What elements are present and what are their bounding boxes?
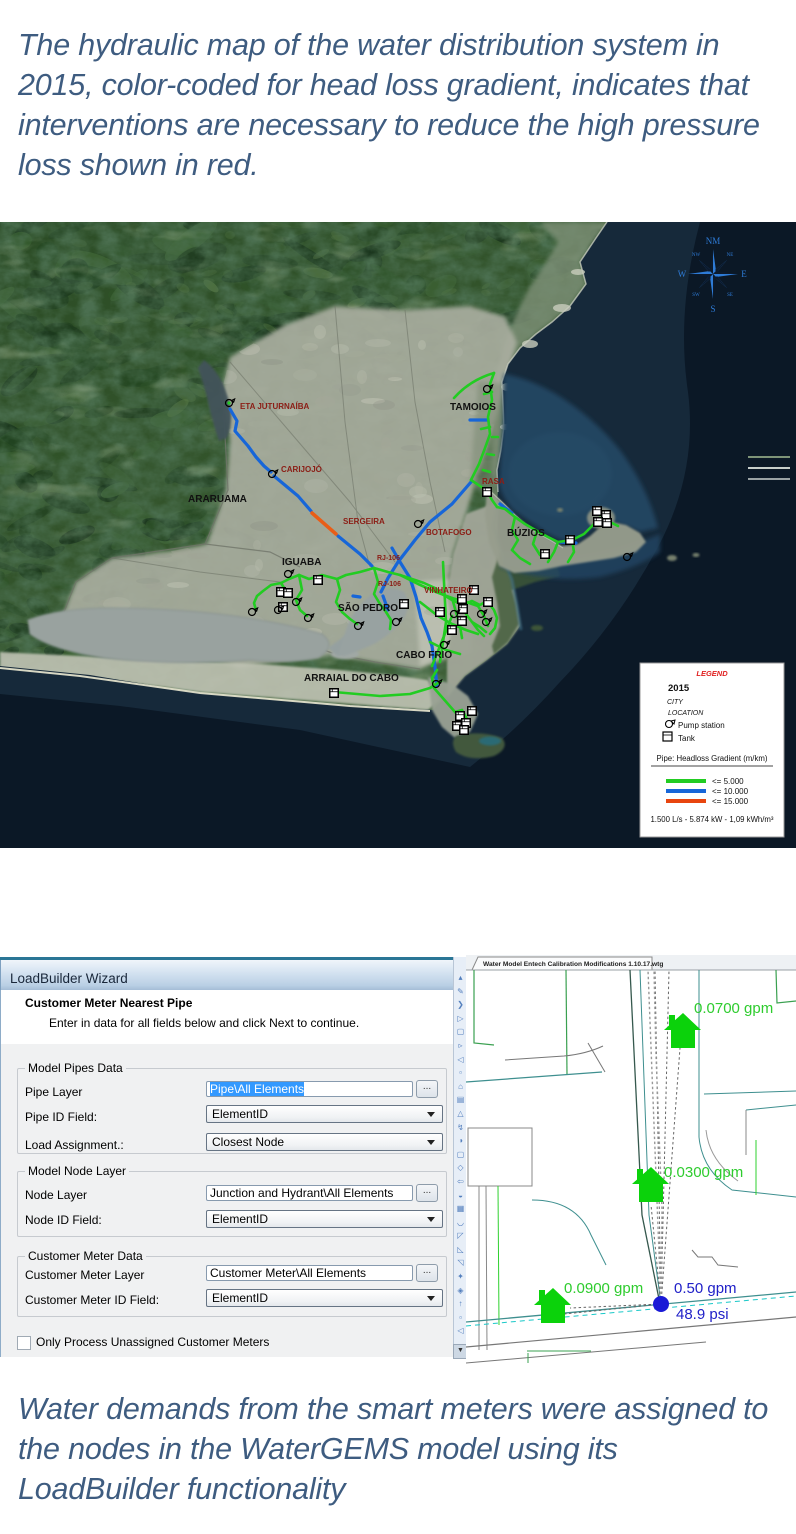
svg-text:Pipe: Headloss Gradient (m/km): Pipe: Headloss Gradient (m/km) bbox=[657, 754, 768, 763]
svg-text:<= 15.000: <= 15.000 bbox=[712, 797, 749, 806]
svg-text:Tank: Tank bbox=[678, 734, 696, 743]
svg-text:BÚZIOS: BÚZIOS bbox=[507, 526, 545, 539]
svg-text:CARIJOJÓ: CARIJOJÓ bbox=[281, 465, 322, 474]
svg-text:S: S bbox=[710, 304, 715, 314]
svg-text:2015: 2015 bbox=[668, 683, 690, 694]
svg-text:0.0900 gpm: 0.0900 gpm bbox=[564, 1280, 643, 1297]
svg-text:NW: NW bbox=[692, 253, 701, 258]
svg-text:IGUABA: IGUABA bbox=[282, 557, 321, 568]
svg-text:ETA JUTURNAÍBA: ETA JUTURNAÍBA bbox=[240, 402, 310, 411]
svg-text:SÃO PEDRO: SÃO PEDRO bbox=[338, 601, 398, 614]
svg-text:RASA: RASA bbox=[482, 477, 505, 486]
svg-text:RJ-106: RJ-106 bbox=[378, 581, 401, 588]
svg-text:48.9 psi: 48.9 psi bbox=[676, 1306, 729, 1323]
svg-text:LOCATION: LOCATION bbox=[668, 710, 704, 717]
svg-text:CITY: CITY bbox=[667, 699, 684, 706]
svg-text:CABO FRIO: CABO FRIO bbox=[396, 650, 452, 661]
svg-text:SERGEIRA: SERGEIRA bbox=[343, 517, 385, 526]
svg-text:Water Model Entech Calibration: Water Model Entech Calibration Modificat… bbox=[483, 961, 663, 968]
svg-text:VINHATEIRO: VINHATEIRO bbox=[424, 586, 473, 595]
svg-text:BOTAFOGO: BOTAFOGO bbox=[426, 528, 472, 537]
svg-text:<= 5.000: <= 5.000 bbox=[712, 777, 744, 786]
svg-text:<= 10.000: <= 10.000 bbox=[712, 787, 749, 796]
svg-text:SW: SW bbox=[692, 293, 700, 298]
svg-text:SE: SE bbox=[727, 293, 733, 298]
svg-text:ARARUAMA: ARARUAMA bbox=[188, 494, 247, 505]
svg-text:1.500 L/s - 5.874 kW - 1,09 k: 1.500 L/s - 5.874 kW - 1,09 kWh/m³ bbox=[650, 815, 773, 824]
svg-text:W: W bbox=[678, 269, 687, 279]
svg-text:NE: NE bbox=[727, 253, 734, 258]
svg-text:RJ-106: RJ-106 bbox=[377, 555, 400, 562]
svg-text:E: E bbox=[741, 269, 747, 279]
svg-text:0.0700 gpm: 0.0700 gpm bbox=[694, 1000, 773, 1017]
svg-text:NM: NM bbox=[706, 236, 721, 246]
svg-text:Pump station: Pump station bbox=[678, 721, 725, 730]
svg-text:TAMOIOS: TAMOIOS bbox=[450, 402, 496, 413]
svg-text:LEGEND: LEGEND bbox=[696, 669, 728, 678]
svg-text:0.0300 gpm: 0.0300 gpm bbox=[664, 1164, 743, 1181]
svg-text:0.50 gpm: 0.50 gpm bbox=[674, 1280, 737, 1297]
svg-text:ARRAIAL DO CABO: ARRAIAL DO CABO bbox=[304, 673, 399, 684]
